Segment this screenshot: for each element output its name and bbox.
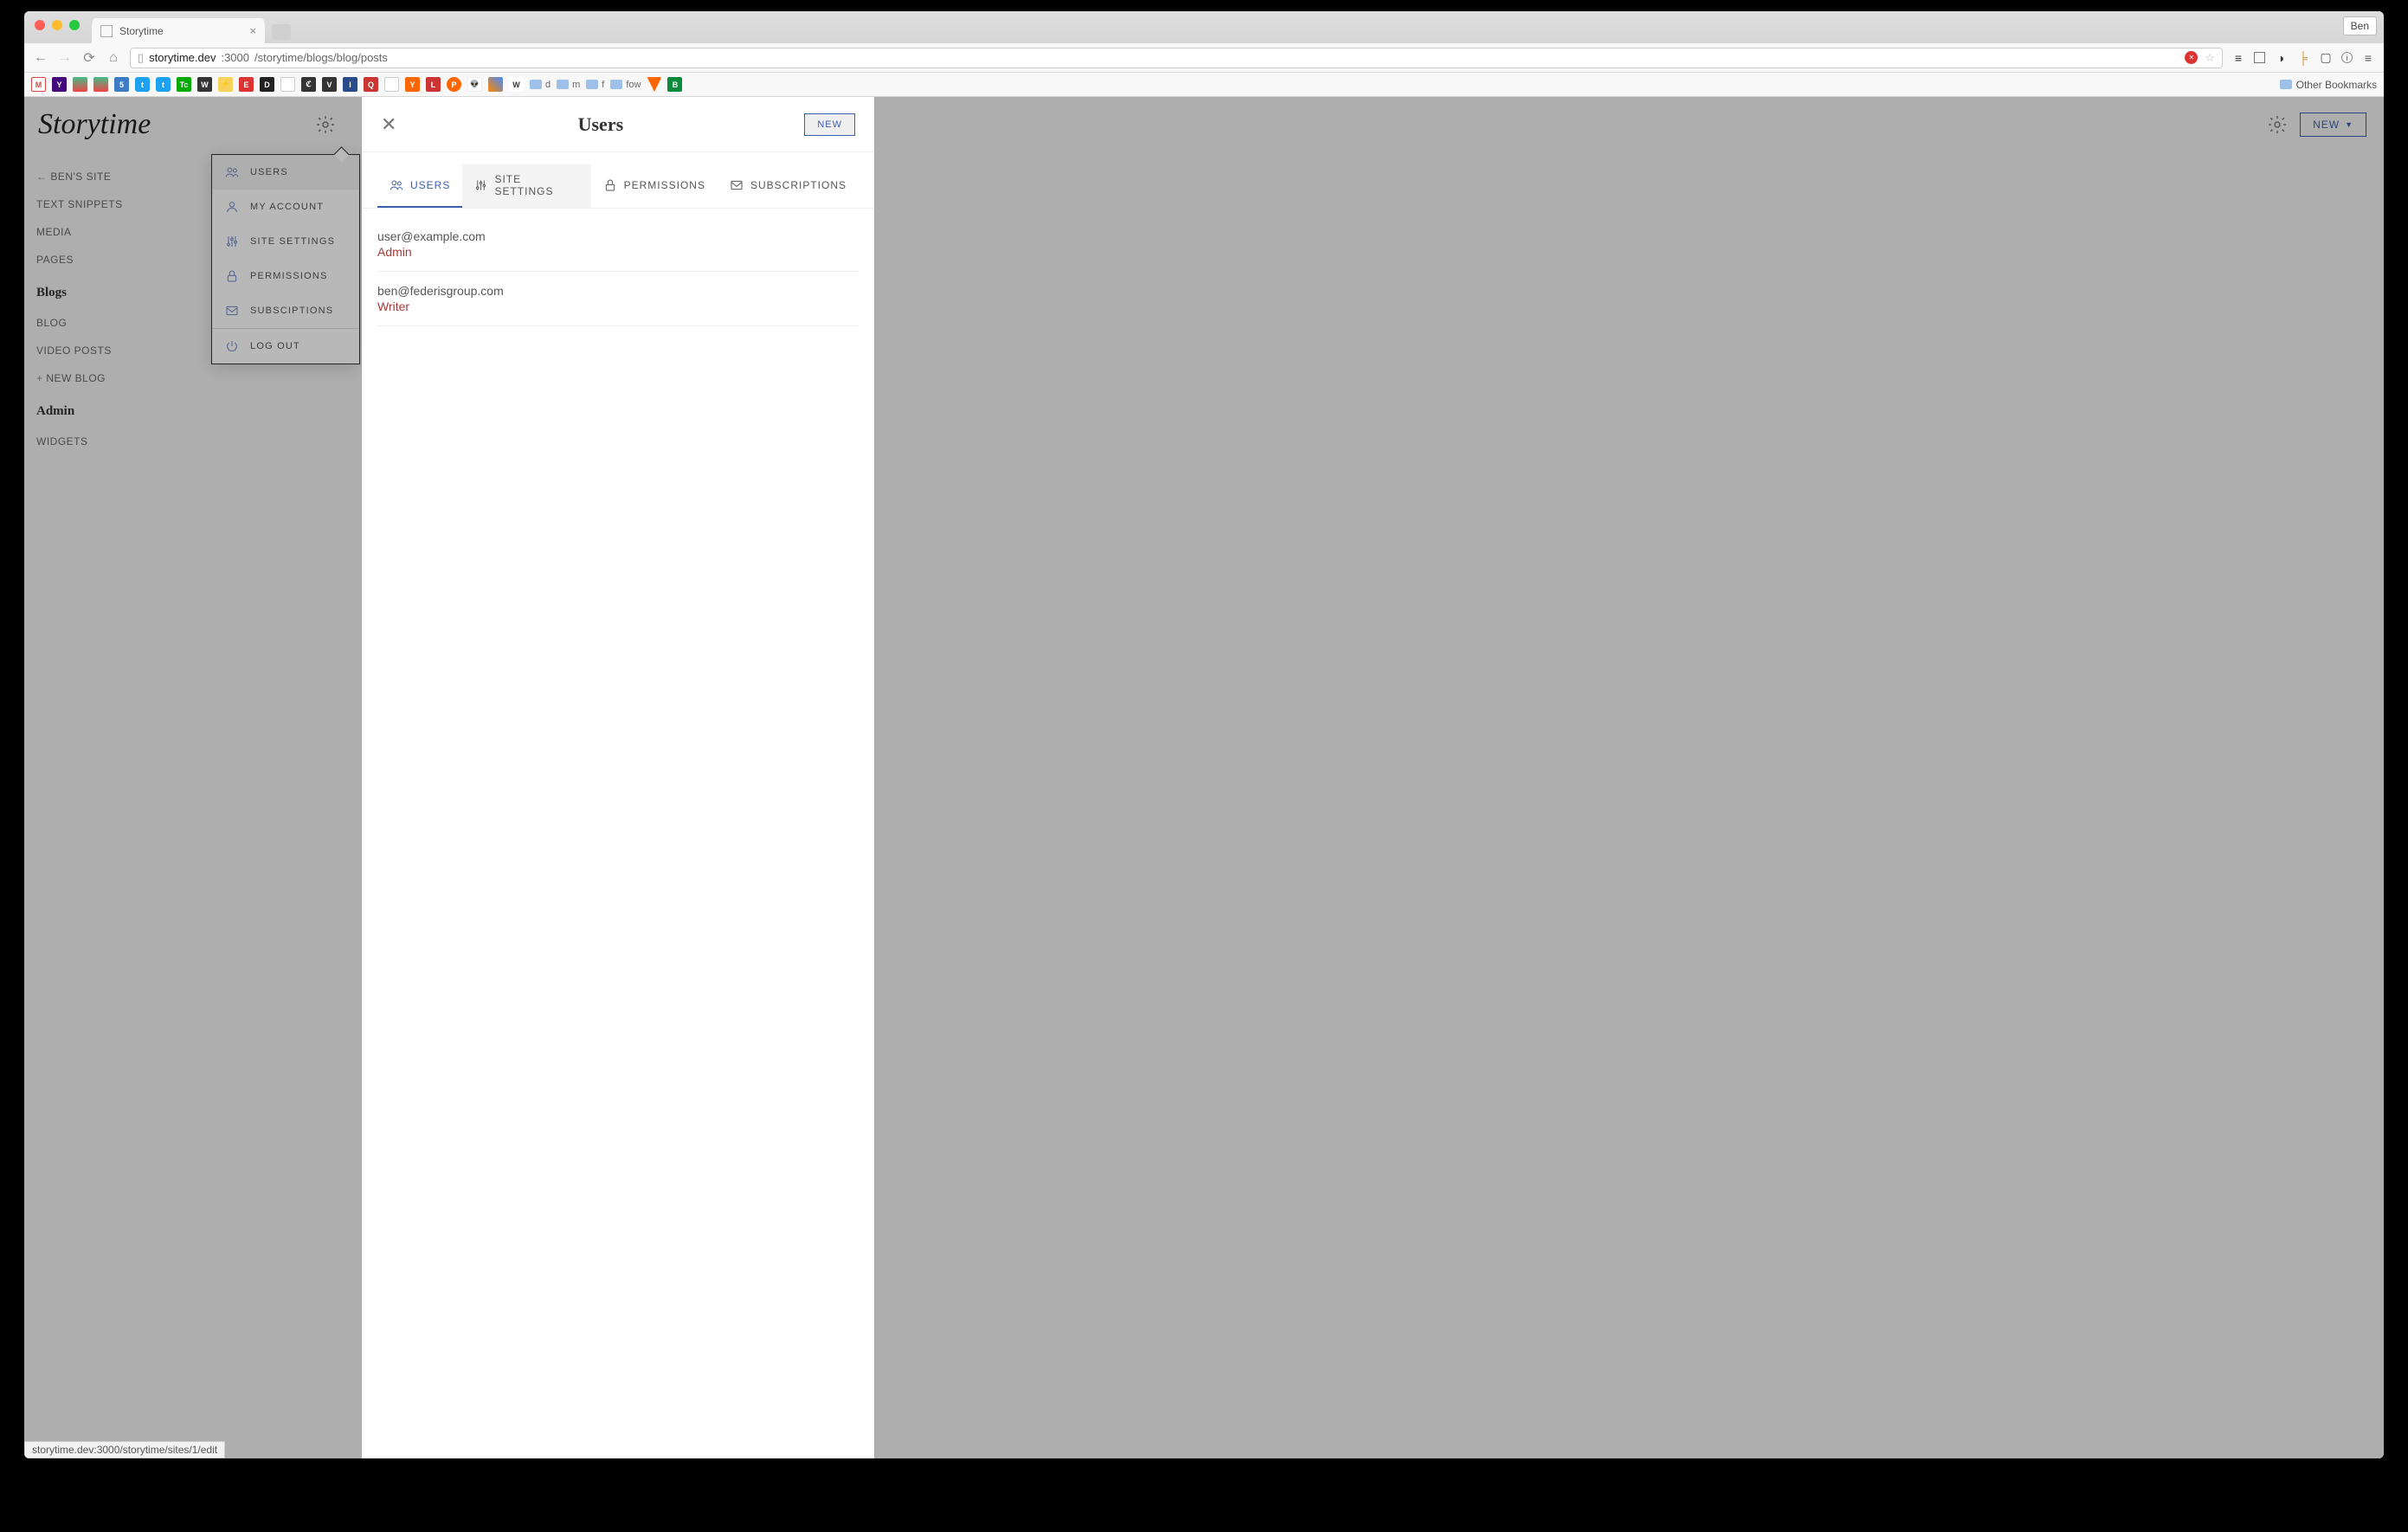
user-email: user@example.com (377, 229, 859, 243)
folder-icon (530, 80, 542, 89)
tab-permissions[interactable]: PERMISSIONS (591, 164, 718, 208)
page-icon: ▯ (138, 51, 144, 65)
bookmark-icon[interactable]: ⚡ (218, 77, 233, 92)
bookmark-icon[interactable]: I (343, 77, 357, 92)
bookmark-icon[interactable]: Y (52, 77, 67, 92)
ext-box-icon[interactable] (2254, 52, 2265, 63)
user-role: Admin (377, 245, 859, 259)
tab-site-settings[interactable]: SITE SETTINGS (462, 164, 590, 208)
favicon-icon (100, 25, 113, 37)
bookmark-icon[interactable] (93, 77, 108, 92)
bookmark-icon[interactable]: W (197, 77, 212, 92)
status-bar: storytime.dev:3000/storytime/sites/1/edi… (24, 1441, 225, 1458)
new-tab-button[interactable] (272, 24, 291, 40)
url-host: storytime.dev (149, 51, 216, 64)
modal-title: Users (396, 113, 804, 136)
close-tab-button[interactable]: × (249, 24, 256, 37)
bookmark-icon[interactable]: V (322, 77, 337, 92)
abp-icon[interactable]: ✕ (2185, 51, 2198, 64)
bookmark-icon[interactable]: Tc (177, 77, 191, 92)
users-icon (390, 178, 403, 192)
address-bar: ← → ⟳ ⌂ ▯ storytime.dev :3000/storytime/b… (24, 43, 2384, 73)
mail-icon (730, 178, 744, 192)
ext-circle-icon[interactable]: ◑ (2274, 51, 2288, 65)
cast-icon[interactable]: ▢ (2319, 51, 2333, 65)
close-modal-button[interactable]: ✕ (381, 113, 396, 136)
user-email: ben@federisgroup.com (377, 284, 859, 298)
sliders-icon (474, 178, 487, 192)
minimize-window-button[interactable] (52, 20, 62, 30)
bookmark-icon[interactable]: ℭ (301, 77, 316, 92)
folder-icon (586, 80, 598, 89)
bookmark-icon[interactable] (73, 77, 87, 92)
tab-bar: Storytime × Ben (24, 11, 2384, 43)
profile-button[interactable]: Ben (2343, 16, 2377, 35)
ext-1p-icon[interactable]: ╞ (2296, 51, 2310, 65)
folder-icon (557, 80, 569, 89)
maximize-window-button[interactable] (69, 20, 80, 30)
bookmark-folder[interactable]: m (557, 80, 580, 90)
bookmark-icon[interactable]: B (667, 77, 682, 92)
url-port: :3000 (221, 51, 249, 64)
browser-tab[interactable]: Storytime × (92, 18, 265, 43)
bookmark-icon[interactable]: P (447, 77, 461, 92)
bookmark-icon[interactable] (384, 77, 399, 92)
bookmark-icon[interactable]: Q (364, 77, 378, 92)
reload-button[interactable]: ⟳ (81, 49, 97, 67)
ext-info-icon[interactable]: i (2341, 52, 2353, 63)
buffer-icon[interactable]: ≡ (2231, 51, 2245, 65)
bookmarks-bar: M Y 5 t t Tc W ⚡ E D ℭ V I Q Y L P 👽 W d… (24, 73, 2384, 97)
other-bookmarks[interactable]: Other Bookmarks (2280, 79, 2377, 91)
bookmark-icon[interactable] (280, 77, 295, 92)
app-viewport: Storytime NEW▼ BEN'S SITE TEXT SNIPPETS … (24, 97, 2384, 1458)
bookmark-folder[interactable]: d (530, 80, 550, 90)
bookmark-icon[interactable]: D (260, 77, 274, 92)
bookmark-icon[interactable]: t (135, 77, 150, 92)
tab-title: Storytime (119, 25, 164, 37)
url-input[interactable]: ▯ storytime.dev :3000/storytime/blogs/blo… (130, 48, 2223, 68)
window-controls (35, 20, 80, 30)
user-row[interactable]: ben@federisgroup.com Writer (377, 272, 859, 326)
folder-icon (610, 80, 622, 89)
users-list: user@example.com Admin ben@federisgroup.… (362, 209, 874, 335)
users-modal: ✕ Users NEW USERS SITE SETTINGS PERMISSI… (362, 97, 874, 1458)
bookmark-icon[interactable]: t (156, 77, 171, 92)
extension-icons: ≡ ◑ ╞ ▢ i ≡ (2231, 51, 2375, 65)
forward-button[interactable]: → (57, 50, 73, 66)
bookmark-icon[interactable]: 👽 (467, 77, 482, 92)
lock-icon (603, 178, 617, 192)
bookmark-icon[interactable]: M (31, 77, 46, 92)
user-role: Writer (377, 299, 859, 313)
modal-header: ✕ Users NEW (362, 97, 874, 152)
tab-users[interactable]: USERS (377, 164, 462, 208)
bookmark-folder[interactable]: f (586, 80, 604, 90)
browser-window: Storytime × Ben ← → ⟳ ⌂ ▯ storytime.dev:… (24, 11, 2384, 1458)
bookmark-icon[interactable]: L (426, 77, 441, 92)
back-button[interactable]: ← (33, 50, 48, 66)
bookmark-icon[interactable]: Y (405, 77, 420, 92)
user-row[interactable]: user@example.com Admin (377, 217, 859, 272)
bookmark-icon[interactable]: E (239, 77, 254, 92)
tab-subscriptions[interactable]: SUBSCRIPTIONS (718, 164, 859, 208)
home-button[interactable]: ⌂ (106, 50, 121, 66)
bookmark-icon[interactable] (647, 77, 661, 92)
bookmark-star-icon[interactable]: ☆ (2205, 51, 2215, 65)
bookmark-folder[interactable]: fow (610, 80, 641, 90)
folder-icon (2280, 80, 2292, 89)
menu-icon[interactable]: ≡ (2361, 51, 2375, 65)
bookmark-icon[interactable]: 5 (114, 77, 129, 92)
bookmark-icon[interactable]: W (509, 77, 524, 92)
close-window-button[interactable] (35, 20, 45, 30)
url-path: /storytime/blogs/blog/posts (254, 51, 388, 64)
new-user-button[interactable]: NEW (804, 113, 855, 136)
bookmark-icon[interactable] (488, 77, 503, 92)
modal-tabs: USERS SITE SETTINGS PERMISSIONS SUBSCRIP… (362, 152, 874, 209)
